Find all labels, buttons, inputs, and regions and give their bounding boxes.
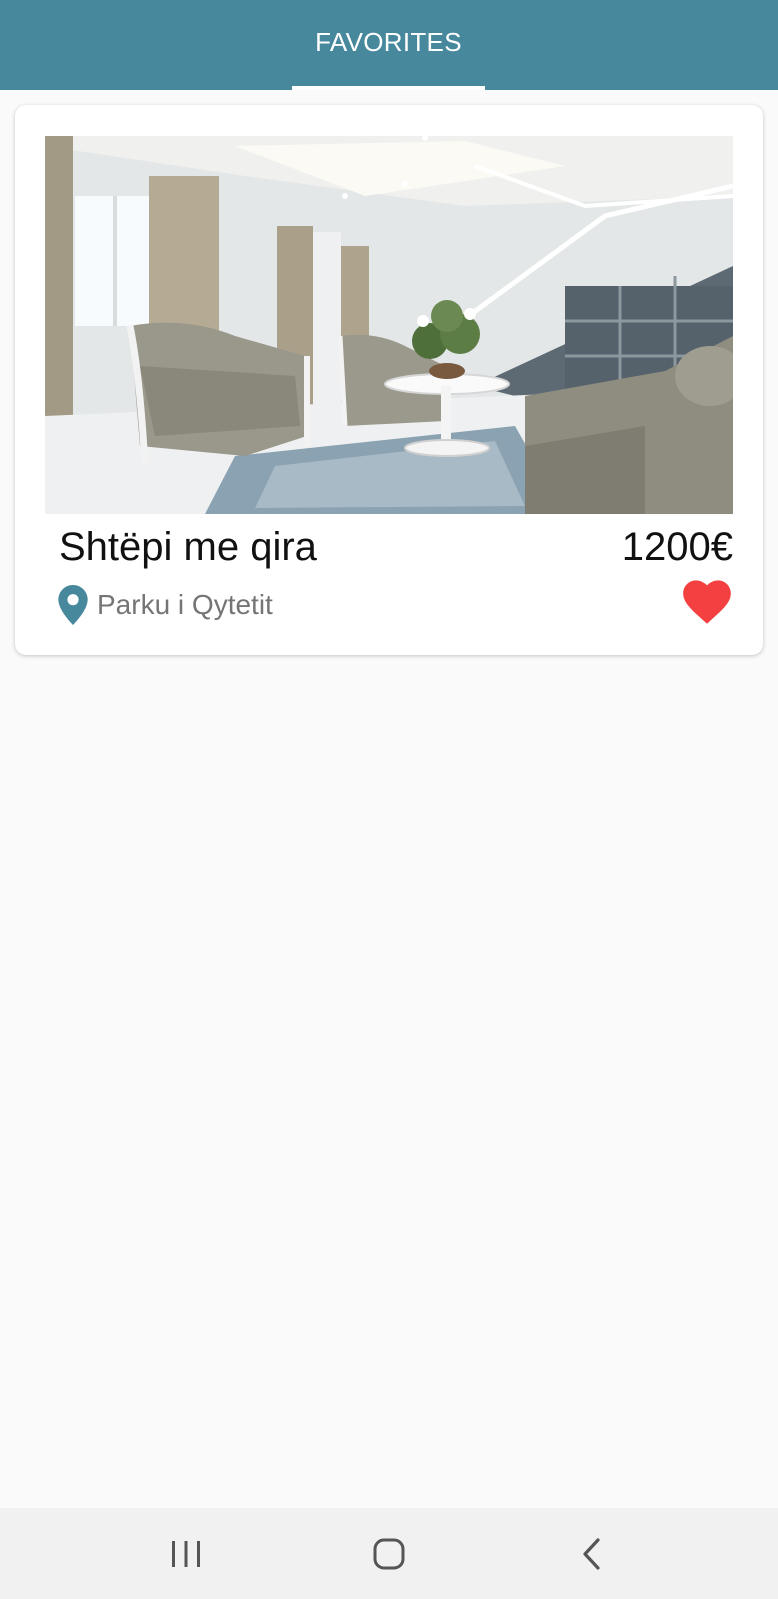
back-icon — [583, 1538, 600, 1570]
location-label: Parku i Qytetit — [97, 589, 273, 620]
listing-price: 1200€ — [621, 525, 733, 569]
system-nav-bar — [0, 1508, 778, 1599]
listing-photo[interactable] — [45, 136, 733, 514]
back-button[interactable] — [562, 1526, 622, 1582]
heart-icon[interactable] — [681, 575, 733, 627]
listing-location: Parku i Qytetit — [57, 583, 273, 627]
location-pin-icon — [58, 585, 88, 625]
home-button[interactable] — [359, 1526, 419, 1582]
recent-apps-button[interactable] — [156, 1526, 216, 1582]
listing-card[interactable]: Shtëpi me qira 1200€ Parku i Qytetit — [15, 105, 763, 655]
tab-indicator — [292, 86, 485, 90]
home-icon — [373, 1538, 405, 1570]
tab-favorites[interactable]: FAVORITES — [292, 0, 485, 90]
app-bar: FAVORITES — [0, 0, 778, 90]
listing-title: Shtëpi me qira — [59, 525, 317, 569]
recent-apps-icon — [172, 1541, 200, 1567]
